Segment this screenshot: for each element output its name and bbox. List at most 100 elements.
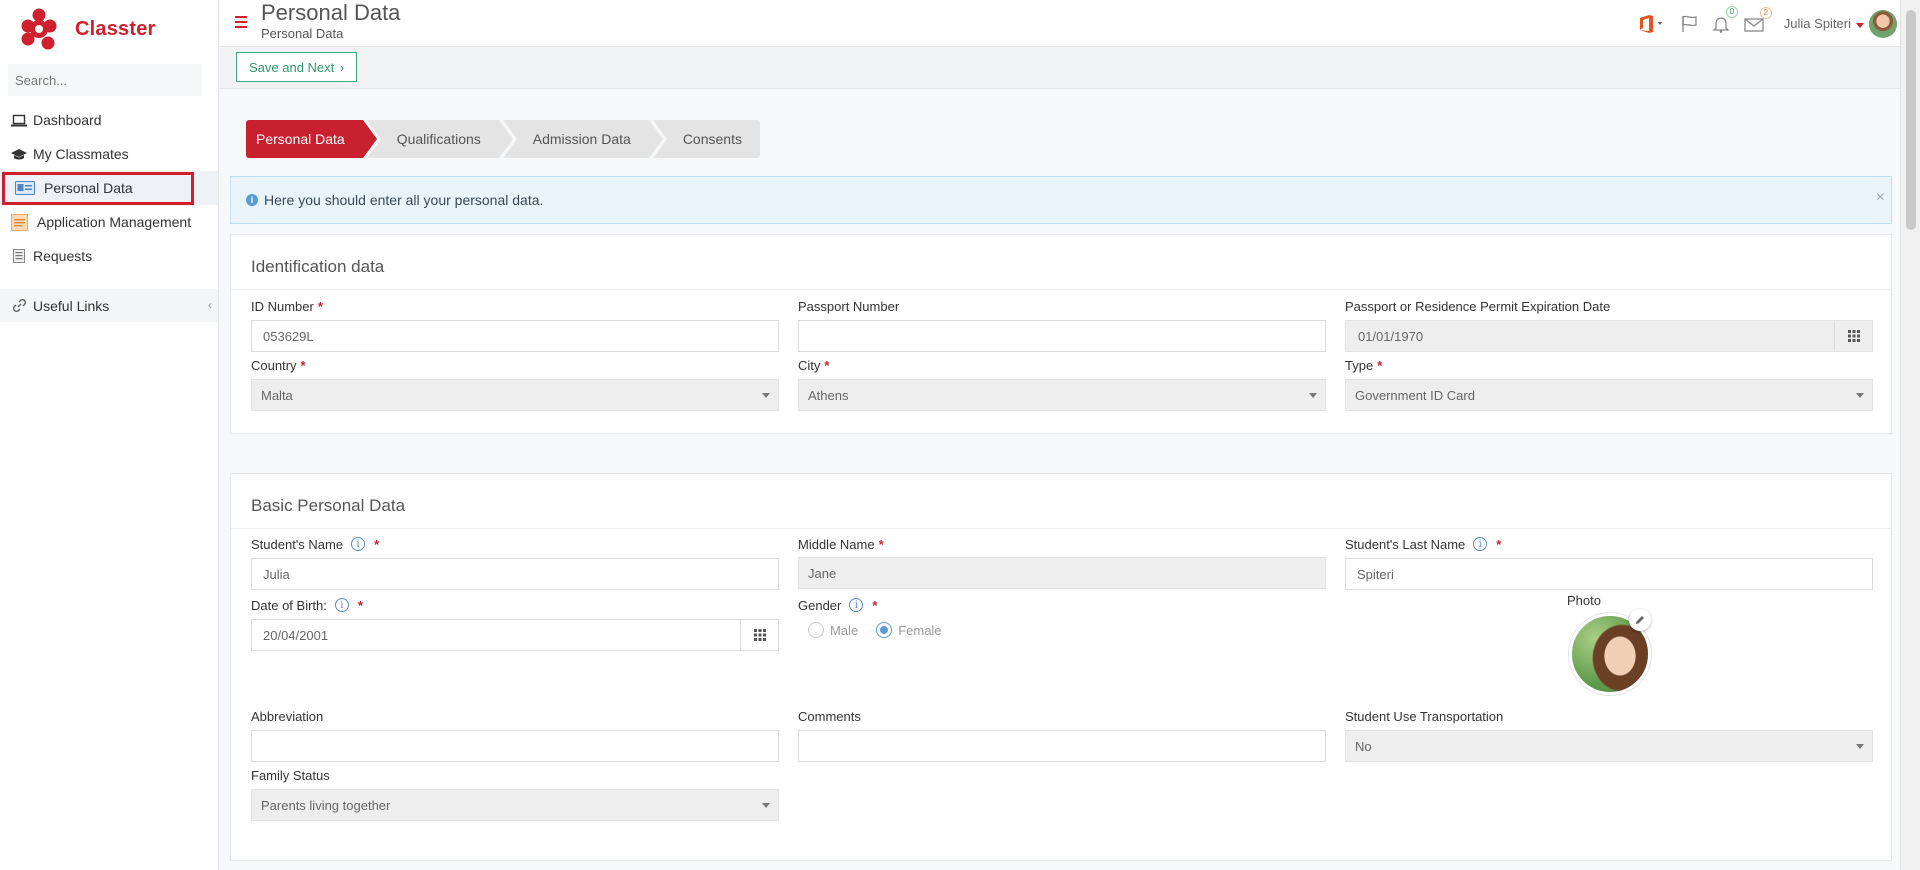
last-name-value: Spiteri bbox=[1357, 566, 1394, 582]
city-select[interactable]: Athens bbox=[798, 379, 1326, 411]
info-icon[interactable]: i bbox=[351, 537, 366, 551]
type-label: Type * bbox=[1345, 357, 1383, 373]
sidebar-item-personal-data[interactable]: Personal Data bbox=[0, 171, 218, 205]
gender-option-label: Male bbox=[830, 622, 859, 638]
student-name-field: Student's Name i * Julia bbox=[251, 536, 779, 590]
link-icon bbox=[9, 299, 29, 312]
comments-label: Comments bbox=[798, 708, 861, 724]
country-select[interactable]: Malta bbox=[251, 379, 779, 411]
avatar[interactable] bbox=[1869, 9, 1897, 38]
office-icon[interactable] bbox=[1638, 14, 1666, 33]
step-qualifications[interactable]: Qualifications bbox=[366, 120, 513, 158]
date-of-birth-input[interactable]: 20/04/2001 bbox=[251, 619, 779, 651]
id-card-icon bbox=[15, 181, 35, 195]
family-status-value: Parents living together bbox=[261, 797, 391, 813]
family-status-select[interactable]: Parents living together bbox=[251, 789, 779, 821]
middle-name-label: Middle Name * bbox=[798, 536, 884, 552]
notifications-bell-icon[interactable]: 0 bbox=[1712, 5, 1738, 33]
caret-down-icon bbox=[762, 393, 770, 398]
app-name: Classter bbox=[75, 17, 156, 40]
sidebar: Classter Dashboard My Classmates Persona… bbox=[0, 0, 219, 870]
gender-female-radio[interactable] bbox=[876, 622, 893, 638]
info-icon[interactable]: i bbox=[849, 598, 864, 612]
step-personal-data[interactable]: Personal Data bbox=[246, 120, 377, 158]
sidebar-item-label: Requests bbox=[33, 248, 93, 264]
expiration-date-value: 01/01/1970 bbox=[1358, 328, 1424, 344]
chevron-down-icon[interactable] bbox=[1856, 16, 1864, 31]
passport-number-label: Passport Number bbox=[798, 298, 900, 314]
section-title: Identification data bbox=[231, 235, 1891, 290]
middle-name-input[interactable]: Jane bbox=[798, 557, 1326, 589]
info-icon[interactable]: i bbox=[334, 598, 349, 612]
chevron-right-icon: › bbox=[339, 59, 345, 75]
edit-pencil-icon[interactable] bbox=[1629, 609, 1651, 631]
logo[interactable]: Classter bbox=[0, 0, 218, 58]
last-name-input[interactable]: Spiteri bbox=[1345, 558, 1873, 590]
transportation-value: No bbox=[1355, 738, 1372, 754]
gender-male-radio[interactable] bbox=[808, 622, 824, 638]
country-value: Malta bbox=[261, 387, 293, 403]
calendar-icon[interactable] bbox=[1834, 321, 1872, 351]
scrollbar-thumb[interactable] bbox=[1906, 10, 1916, 230]
close-icon[interactable]: × bbox=[1876, 189, 1885, 207]
passport-number-input[interactable] bbox=[798, 320, 1326, 352]
gender-option-label: Female bbox=[898, 622, 942, 638]
messages-envelope-icon[interactable]: 2 bbox=[1744, 6, 1772, 32]
step-admission-data[interactable]: Admission Data bbox=[502, 120, 663, 158]
user-name[interactable]: Julia Spiteri bbox=[1784, 16, 1851, 31]
breadcrumb: Personal Data bbox=[261, 26, 344, 41]
comments-field: Comments bbox=[798, 708, 1326, 762]
student-name-value: Julia bbox=[263, 566, 290, 582]
sidebar-item-my-classmates[interactable]: My Classmates bbox=[0, 137, 218, 171]
sidebar-item-useful-links[interactable]: Useful Links ‹ bbox=[0, 289, 218, 322]
gender-radio-group: Male Female bbox=[798, 622, 960, 638]
messages-badge: 2 bbox=[1759, 6, 1772, 19]
city-value: Athens bbox=[808, 387, 849, 403]
chevron-left-icon[interactable]: ‹ bbox=[208, 298, 212, 312]
id-number-field: ID Number * 053629L bbox=[251, 298, 779, 352]
date-of-birth-value: 20/04/2001 bbox=[263, 627, 329, 643]
abbreviation-input[interactable] bbox=[251, 730, 779, 762]
sidebar-item-application-management[interactable]: Application Management bbox=[0, 205, 218, 239]
wizard-steps: Personal Data Qualifications Admission D… bbox=[246, 120, 764, 158]
sidebar-item-label: Application Management bbox=[37, 214, 192, 230]
calendar-icon[interactable] bbox=[740, 620, 778, 650]
search-input[interactable] bbox=[15, 72, 195, 88]
step-consents[interactable]: Consents bbox=[652, 120, 760, 158]
identification-panel: Identification data ID Number * 053629L P… bbox=[230, 234, 1892, 434]
info-icon[interactable]: i bbox=[1473, 537, 1488, 551]
flag-icon[interactable] bbox=[1680, 15, 1698, 33]
sidebar-item-label: Personal Data bbox=[44, 180, 133, 196]
transportation-select[interactable]: No bbox=[1345, 730, 1873, 762]
menu-icon[interactable] bbox=[235, 16, 247, 31]
main-content: Personal Data Qualifications Admission D… bbox=[220, 89, 1900, 870]
expiration-date-input[interactable]: 01/01/1970 bbox=[1345, 320, 1873, 352]
step-label: Personal Data bbox=[256, 131, 345, 147]
type-select[interactable]: Government ID Card bbox=[1345, 379, 1873, 411]
gender-label: Gender i * bbox=[798, 597, 878, 613]
expiration-date-label: Passport or Residence Permit Expiration … bbox=[1345, 298, 1611, 314]
transportation-field: Student Use Transportation No bbox=[1345, 708, 1873, 762]
city-field: City * Athens bbox=[798, 357, 1326, 411]
id-number-input[interactable]: 053629L bbox=[251, 320, 779, 352]
sidebar-item-dashboard[interactable]: Dashboard bbox=[0, 103, 218, 137]
transportation-label: Student Use Transportation bbox=[1345, 708, 1504, 724]
sidebar-item-label: My Classmates bbox=[33, 146, 129, 162]
family-status-label: Family Status bbox=[251, 767, 330, 783]
country-field: Country * Malta bbox=[251, 357, 779, 411]
photo-label: Photo bbox=[1567, 593, 1601, 608]
city-label: City * bbox=[798, 357, 830, 373]
action-toolbar: Save and Next › bbox=[220, 47, 1900, 89]
top-header: Personal Data Personal Data 0 2 Julia Sp… bbox=[220, 0, 1900, 47]
header-actions: 0 2 Julia Spiteri bbox=[1638, 0, 1900, 47]
save-and-next-button[interactable]: Save and Next › bbox=[236, 52, 358, 82]
caret-down-icon bbox=[762, 803, 770, 808]
type-value: Government ID Card bbox=[1355, 387, 1475, 403]
type-field: Type * Government ID Card bbox=[1345, 357, 1873, 411]
sidebar-item-requests[interactable]: Requests bbox=[0, 239, 218, 273]
page-scrollbar[interactable] bbox=[1900, 0, 1920, 870]
student-name-input[interactable]: Julia bbox=[251, 558, 779, 590]
comments-input[interactable] bbox=[798, 730, 1326, 762]
last-name-label: Student's Last Name i * bbox=[1345, 536, 1502, 552]
passport-number-field: Passport Number bbox=[798, 298, 1326, 352]
